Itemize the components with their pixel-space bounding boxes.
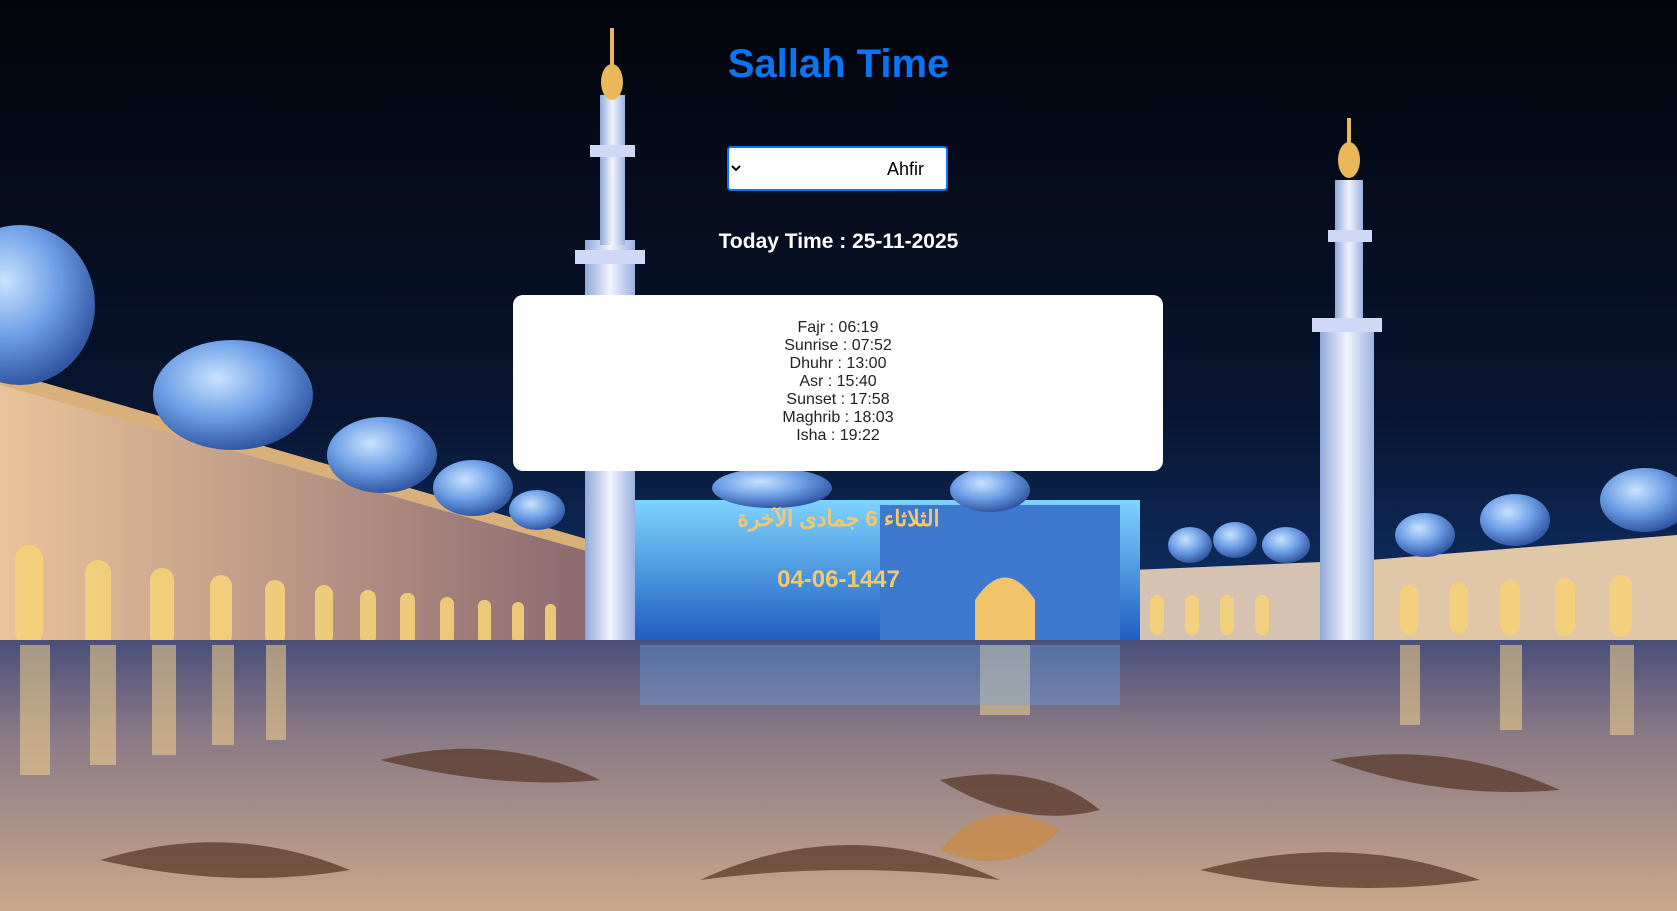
city-select-wrapper: Ahfir [727,146,948,191]
prayer-time-fajr: Fajr : 06:19 [797,319,879,336]
page-title: Sallah Time [727,42,950,86]
prayer-time-asr: Asr : 15:40 [799,373,877,390]
prayer-times-card: Fajr : 06:19 Sunrise : 07:52 Dhuhr : 13:… [513,295,1163,471]
prayer-time-sunset: Sunset : 17:58 [786,391,890,408]
prayer-time-dhuhr: Dhuhr : 13:00 [789,355,887,372]
prayer-time-isha: Isha : 19:22 [796,427,880,444]
prayer-time-sunrise: Sunrise : 07:52 [784,337,892,354]
prayer-time-maghrib: Maghrib : 18:03 [782,409,894,426]
hijri-date-numeric: 04-06-1447 [777,566,900,593]
hijri-date-text: الثلاثاء 6 جمادى الآخرة [737,506,940,531]
city-select[interactable]: Ahfir [727,146,948,191]
today-date: Today Time : 25-11-2025 [718,230,959,253]
